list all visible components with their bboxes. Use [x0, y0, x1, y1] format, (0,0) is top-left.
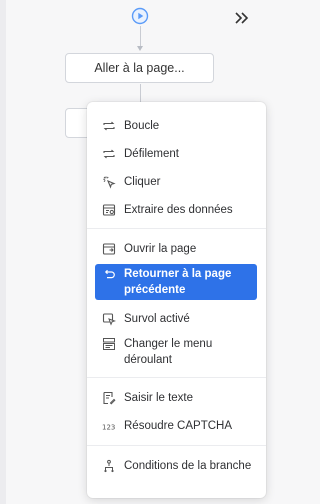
menu-item-branch-conditions[interactable]: Conditions de la branche: [95, 456, 257, 492]
menu-divider: [87, 377, 266, 378]
start-play-icon[interactable]: [131, 7, 149, 25]
flow-connector: [140, 84, 141, 102]
menu-item-click[interactable]: Cliquer: [95, 172, 257, 192]
menu-item-label: Résoudre CAPTCHA: [124, 420, 233, 432]
menu-item-scroll[interactable]: Défilement: [95, 144, 257, 164]
input-text-icon: [103, 391, 116, 405]
goto-page-node-label: Aller à la page...: [94, 61, 185, 75]
goto-page-node[interactable]: Aller à la page...: [65, 53, 214, 83]
branch-icon: [104, 459, 114, 473]
dropdown-icon: [103, 338, 115, 350]
svg-text:123: 123: [102, 424, 115, 432]
extract-data-icon: [102, 204, 116, 216]
menu-item-label: Changer le menu déroulant: [124, 338, 213, 366]
loop-icon: [103, 121, 115, 131]
menu-divider: [87, 445, 266, 446]
menu-item-hover[interactable]: Survol activé: [95, 309, 257, 329]
hover-icon: [102, 313, 116, 326]
captcha-icon: 123: [102, 424, 115, 432]
menu-item-label: Ouvrir la page: [124, 243, 197, 255]
menu-item-open-page[interactable]: Ouvrir la page: [95, 239, 257, 259]
menu-item-label: Cliquer: [124, 176, 161, 188]
menu-item-label: Retourner à la page précédente: [124, 268, 232, 296]
menu-item-label: Saisir le texte: [124, 392, 194, 404]
menu-divider: [87, 228, 266, 229]
add-step-menu: Boucle Défilement Cliquer Extraire des d…: [87, 102, 266, 498]
menu-item-extract-data[interactable]: Extraire des données: [95, 200, 257, 220]
menu-item-label: Conditions de la branche: [124, 460, 252, 472]
menu-item-change-dropdown[interactable]: Changer le menu déroulant: [95, 334, 257, 370]
menu-item-label: Extraire des données: [124, 204, 233, 216]
menu-item-label: Boucle: [124, 120, 160, 132]
click-icon: [103, 176, 116, 189]
collapse-panel-icon[interactable]: [232, 10, 250, 26]
scroll-icon: [103, 149, 115, 159]
menu-item-input-text[interactable]: Saisir le texte: [95, 388, 257, 408]
menu-item-loop[interactable]: Boucle: [95, 116, 257, 136]
menu-item-go-back[interactable]: Retourner à la page précédente: [95, 264, 257, 300]
flow-arrow: [137, 46, 143, 51]
menu-item-label: Défilement: [124, 148, 179, 160]
menu-item-solve-captcha[interactable]: 123 Résoudre CAPTCHA: [95, 416, 257, 436]
open-page-icon: [102, 243, 116, 255]
left-panel-edge: [0, 0, 6, 504]
flow-connector: [140, 26, 141, 48]
back-icon: [104, 269, 115, 279]
menu-item-label: Survol activé: [124, 313, 190, 325]
